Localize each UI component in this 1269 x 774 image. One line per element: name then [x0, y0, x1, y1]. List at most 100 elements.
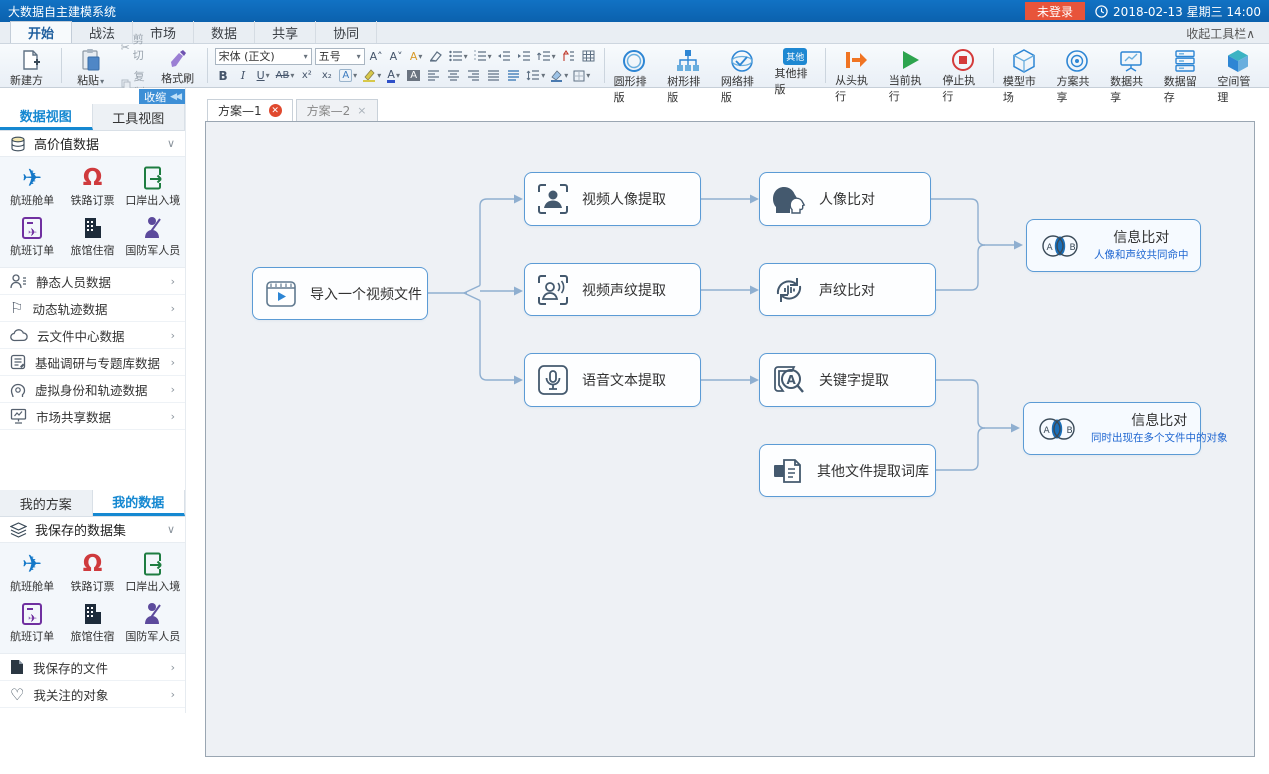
sidebar-item-my-followed-objects[interactable]: ♡ 我关注的对象 › [0, 681, 185, 708]
node-video-face-extract[interactable]: 视频人像提取 [524, 172, 701, 226]
highlight-button[interactable]: ▾ [361, 68, 382, 84]
node-info-compare-2[interactable]: AB 信息比对 同时出现在多个文件中的对象 [1023, 402, 1201, 455]
distribute-button[interactable] [505, 68, 522, 84]
collapse-toolbar-button[interactable]: 收起工具栏∧ [1186, 25, 1255, 42]
sidebar-item-market-shared-data[interactable]: 市场共享数据 › [0, 403, 185, 430]
subscript-button[interactable]: x₂ [318, 68, 335, 84]
line-spacing-button[interactable]: ▾ [525, 68, 546, 84]
section-high-value-data[interactable]: 高价值数据 ∨ [0, 131, 185, 157]
superscript-button[interactable]: x² [298, 68, 315, 84]
dataset-hotel-stay[interactable]: 旅馆住宿 [62, 211, 122, 261]
ribbon-tab-data[interactable]: 数据 [194, 21, 255, 43]
tab-my-plans[interactable]: 我的方案 [0, 490, 93, 516]
tree-layout-button[interactable]: 树形排版 [661, 45, 715, 86]
other-layout-button[interactable]: 其他 其他排版 [768, 45, 822, 86]
sidebar-item-my-saved-files[interactable]: 我保存的文件 › [0, 654, 185, 681]
text-effects-button[interactable]: A▾ [338, 68, 358, 84]
sidebar-item-dynamic-track-data[interactable]: ⚐ 动态轨迹数据 › [0, 295, 185, 322]
clear-format-button[interactable] [428, 48, 445, 64]
data-retention-button[interactable]: 数据留存 [1158, 45, 1212, 86]
grow-font-button[interactable]: A˄ [368, 48, 385, 64]
model-market-button[interactable]: 模型市场 [997, 45, 1051, 86]
align-right-button[interactable] [465, 68, 482, 84]
run-from-start-button[interactable]: 从头执行 [829, 45, 883, 86]
new-plan-button[interactable]: 新建方案 [4, 45, 58, 86]
login-status-badge[interactable]: 未登录 [1025, 2, 1085, 20]
ribbon-tab-share[interactable]: 共享 [255, 21, 316, 43]
bold-button[interactable]: B [215, 68, 232, 84]
space-management-button[interactable]: 空间管理 [1211, 45, 1265, 86]
sidebar-collapse-button[interactable]: 收缩◀◀ [139, 89, 185, 104]
section-saved-datasets[interactable]: 我保存的数据集 ∨ [0, 517, 185, 543]
dataset-flight-order[interactable]: ✈ 航班订单 [2, 211, 62, 261]
plan-tab-2[interactable]: 方案—2 × [296, 99, 378, 121]
stop-button[interactable]: 停止执行 [936, 45, 990, 86]
node-speech-text-extract[interactable]: 语音文本提取 [524, 353, 701, 407]
dataset-military-personnel[interactable]: 国防军人员 [123, 211, 183, 261]
decrease-indent-button[interactable] [496, 48, 513, 64]
dataset-flight-order[interactable]: ✈ 航班订单 [2, 597, 62, 647]
person-card-icon [10, 273, 27, 290]
dataset-border-entry-exit[interactable]: 口岸出入境 [123, 547, 183, 597]
data-share-button[interactable]: 数据共享 [1104, 45, 1158, 86]
strikethrough-button[interactable]: AB▾ [275, 68, 296, 84]
paste-button[interactable]: 粘贴▾ [65, 45, 117, 86]
sidebar-item-virtual-identity-data[interactable]: 虚拟身份和轨迹数据 › [0, 376, 185, 403]
underline-button[interactable]: U▾ [255, 68, 272, 84]
node-video-voice-extract[interactable]: 视频声纹提取 [524, 263, 701, 316]
dataset-hotel-stay[interactable]: 旅馆住宿 [62, 597, 122, 647]
borders-button[interactable]: ▾ [572, 68, 591, 84]
align-center-button[interactable] [445, 68, 462, 84]
shrink-font-button[interactable]: A˅ [388, 48, 405, 64]
node-other-files-lexicon[interactable]: 其他文件提取词库 [759, 444, 936, 497]
justify-button[interactable] [485, 68, 502, 84]
run-current-button[interactable]: 当前执行 [883, 45, 937, 86]
plan-tab-1[interactable]: 方案—1 ✕ [207, 99, 293, 121]
close-tab-icon[interactable]: ✕ [269, 104, 282, 117]
model-canvas[interactable]: 导入一个视频文件 视频人像提取 视频声纹提取 语音文本提取 人像比对 声纹比对 … [205, 121, 1255, 757]
node-info-compare-1[interactable]: AB 信息比对 人像和声纹共同命中 [1026, 219, 1201, 272]
cube-outline-icon [1011, 48, 1037, 73]
text-direction-button[interactable]: ▾ [536, 48, 557, 64]
cube-filled-icon [1225, 48, 1251, 73]
format-painter-button[interactable]: 格式刷 [152, 45, 204, 86]
dataset-flight-manifest[interactable]: ✈ 航班舱单 [2, 547, 62, 597]
dataset-military-personnel[interactable]: 国防军人员 [123, 597, 183, 647]
tab-data-view[interactable]: 数据视图 [0, 104, 93, 130]
network-layout-button[interactable]: 网络排版 [715, 45, 769, 86]
ribbon-tab-home[interactable]: 开始 [10, 21, 72, 43]
node-keyword-extract[interactable]: A 关键字提取 [759, 353, 936, 407]
font-color-button[interactable]: A▾ [385, 68, 402, 84]
shading-button[interactable]: ▾ [549, 68, 569, 84]
node-face-compare[interactable]: 人像比对 [759, 172, 931, 226]
italic-button[interactable]: I [235, 68, 252, 84]
section-label: 我保存的数据集 [35, 520, 159, 539]
bullet-list-button[interactable]: ▾ [448, 48, 469, 64]
ribbon-tab-collab[interactable]: 协同 [316, 21, 377, 43]
dataset-railway-ticket[interactable]: Ω 铁路订票 [62, 161, 122, 211]
increase-indent-button[interactable] [516, 48, 533, 64]
sidebar-item-research-library-data[interactable]: 基础调研与专题库数据 › [0, 349, 185, 376]
char-shading-button[interactable]: A [405, 68, 422, 84]
sort-button[interactable] [560, 48, 577, 64]
circle-layout-icon [621, 48, 647, 73]
change-case-button[interactable]: A▾ [408, 48, 425, 64]
circle-layout-button[interactable]: 圆形排版 [608, 45, 662, 86]
font-size-select[interactable]: 五号▾ [315, 48, 365, 65]
dataset-railway-ticket[interactable]: Ω 铁路订票 [62, 547, 122, 597]
sidebar-item-static-person-data[interactable]: 静态人员数据 › [0, 268, 185, 295]
tab-tool-view[interactable]: 工具视图 [93, 104, 186, 130]
font-name-select[interactable]: 宋体 (正文)▾ [215, 48, 312, 65]
align-left-button[interactable] [425, 68, 442, 84]
sidebar-item-cloud-file-data[interactable]: 云文件中心数据 › [0, 322, 185, 349]
dataset-border-entry-exit[interactable]: 口岸出入境 [123, 161, 183, 211]
close-tab-icon[interactable]: × [357, 104, 366, 117]
plan-share-button[interactable]: 方案共享 [1051, 45, 1105, 86]
dataset-flight-manifest[interactable]: ✈ 航班舱单 [2, 161, 62, 211]
cut-button[interactable]: ✂剪切 [117, 30, 152, 64]
node-voice-compare[interactable]: 声纹比对 [759, 263, 936, 316]
node-import-video[interactable]: 导入一个视频文件 [252, 267, 428, 320]
numbered-list-button[interactable]: ▾ [472, 48, 493, 64]
tab-my-data[interactable]: 我的数据 [93, 490, 186, 516]
show-marks-button[interactable] [580, 48, 597, 64]
